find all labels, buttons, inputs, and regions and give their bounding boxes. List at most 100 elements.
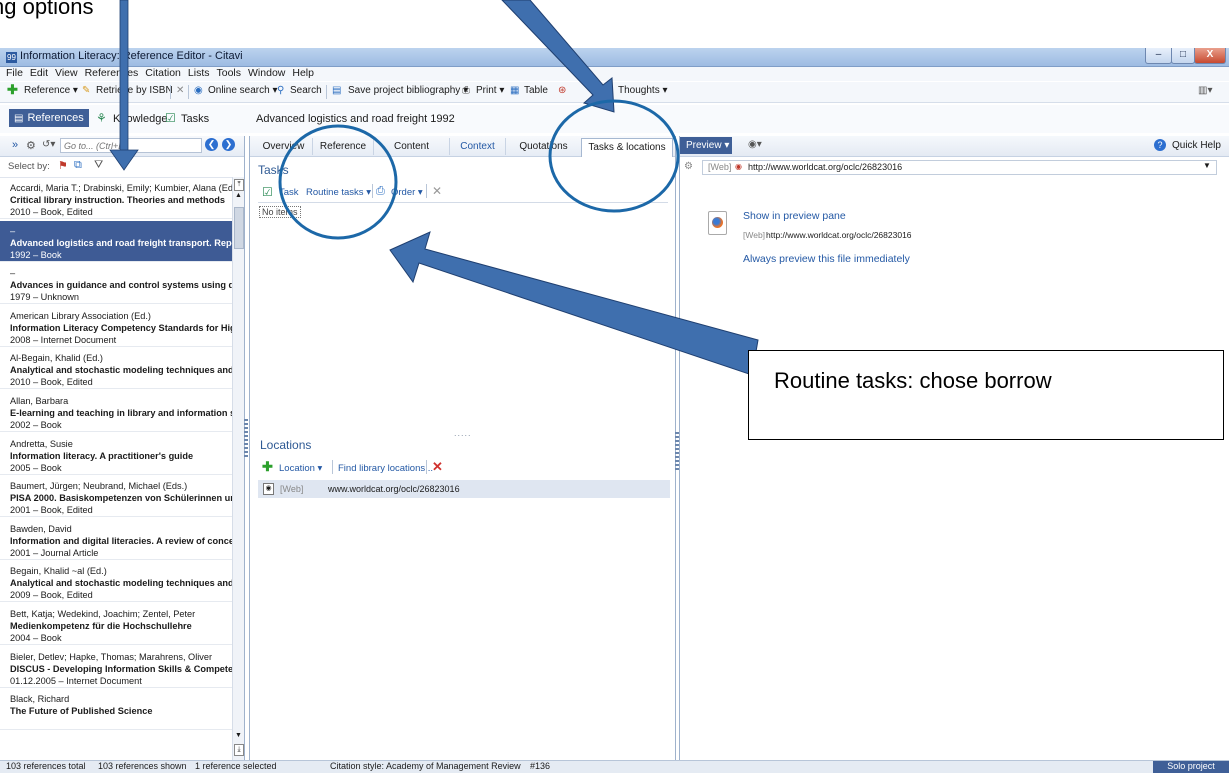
references-tab-button[interactable]: ▤ References — [9, 109, 89, 127]
globe-icon: ◉ — [194, 85, 203, 96]
expand-icon[interactable]: » — [12, 139, 18, 151]
search-button[interactable]: Search — [290, 85, 322, 96]
reference-list-scrollbar[interactable]: ⤒ ▲ ▼ ⤓ — [232, 177, 244, 760]
menu-window[interactable]: Window — [248, 67, 285, 79]
reference-authors: American Library Association (Ed.) — [10, 310, 151, 321]
reference-title: Analytical and stochastic modeling techn… — [10, 365, 232, 376]
selection-icon[interactable]: ⧉ — [74, 159, 82, 172]
tab-tasks-and-locations[interactable]: Tasks & locations — [581, 138, 673, 157]
reference-list-item[interactable]: – Advances in guidance and control system… — [0, 263, 232, 305]
reference-meta: 2009 – Book, Edited — [10, 590, 93, 601]
select-by-label: Select by: — [8, 161, 50, 172]
menu-citation[interactable]: Citation — [145, 67, 181, 79]
reference-list-item[interactable]: Allan, Barbara E-learning and teaching in… — [0, 391, 232, 432]
firefox-file-icon — [708, 211, 727, 235]
help-icon[interactable]: ? — [1154, 139, 1166, 151]
status-shown: 103 references shown — [98, 761, 187, 771]
previous-arrow-icon[interactable]: ❮ — [205, 138, 218, 151]
left-splitter-grip[interactable] — [244, 419, 248, 459]
tab-overview[interactable]: Overview — [256, 138, 311, 155]
toolbar-separator — [426, 460, 427, 474]
reference-title: Advanced logistics and road freight tran… — [10, 237, 232, 248]
scroll-top-icon[interactable]: ⤒ — [234, 179, 244, 191]
reference-list-item[interactable]: Black, Richard The Future of Published Sc… — [0, 689, 232, 731]
reference-list-item[interactable]: Baumert, Jürgen; Neubrand, Michael (Eds.… — [0, 476, 232, 518]
new-reference-button[interactable]: Reference ▾ — [24, 85, 78, 96]
web-document-icon: ◉ — [263, 483, 274, 495]
maximize-button[interactable]: □ — [1171, 48, 1195, 64]
menu-edit[interactable]: Edit — [30, 67, 48, 79]
reference-list-item[interactable]: Bieler, Detlev; Hapke, Thomas; Marahrens… — [0, 647, 232, 688]
menu-tools[interactable]: Tools — [217, 67, 242, 79]
retrieve-by-isbn-button[interactable]: Retrieve by ISBN — [96, 85, 173, 96]
delete-icon[interactable]: ✕ — [176, 85, 184, 96]
online-search-button[interactable]: Online search ▾ — [208, 85, 278, 96]
routine-tasks-button[interactable]: Routine tasks ▾ — [306, 187, 371, 198]
reference-list-item[interactable]: Accardi, Maria T.; Drabinski, Emily; Kum… — [0, 178, 232, 219]
history-icon[interactable]: ↺▾ — [42, 139, 55, 150]
location-row[interactable]: ◉ [Web] www.worldcat.org/oclc/26823016 — [258, 480, 670, 498]
menu-view[interactable]: View — [55, 67, 78, 79]
preview-menu-button[interactable]: Preview ▾ — [680, 137, 732, 154]
attachment-icon[interactable]: ◉▾ — [748, 139, 762, 150]
minimize-button[interactable]: – — [1145, 48, 1172, 64]
pane-splitter[interactable]: ..... — [454, 428, 472, 438]
goto-input[interactable] — [60, 138, 202, 153]
delete-location-icon[interactable]: ✕ — [432, 459, 443, 475]
always-preview-link[interactable]: Always preview this file immediately — [743, 253, 910, 265]
reference-list-item[interactable]: Begain, Khalid ~al (Ed.) Analytical and s… — [0, 561, 232, 603]
tab-context[interactable]: Context — [449, 138, 505, 155]
add-location-button[interactable]: Location ▾ — [279, 463, 322, 474]
menu-file[interactable]: File — [6, 67, 23, 79]
tasks-tab-button[interactable]: Tasks — [181, 113, 209, 125]
address-dropdown-icon[interactable]: ▼ — [1203, 161, 1211, 170]
show-in-preview-link[interactable]: Show in preview pane — [743, 210, 846, 222]
solo-project-badge[interactable]: Solo project — [1153, 761, 1229, 773]
menu-references[interactable]: References — [85, 67, 139, 79]
word-addin-icon[interactable]: ⊛ — [558, 85, 566, 96]
web-icon: ◉ — [735, 162, 742, 171]
scroll-up-icon[interactable]: ▲ — [235, 192, 242, 199]
add-task-button[interactable]: Task — [279, 187, 299, 198]
references-icon: ▤ — [14, 113, 24, 124]
quick-help-button[interactable]: Quick Help — [1172, 140, 1221, 151]
order-button[interactable]: Order ▾ — [391, 187, 423, 198]
reference-list-item[interactable]: – Advanced logistics and road freight tra… — [0, 220, 232, 262]
toolbar-separator — [188, 85, 189, 99]
reference-meta: 2001 – Journal Article — [10, 547, 99, 558]
scroll-down-icon[interactable]: ▼ — [235, 732, 242, 739]
tasks-section-title: Tasks — [258, 163, 289, 177]
reference-authors: Baumert, Jürgen; Neubrand, Michael (Eds.… — [10, 481, 188, 492]
right-splitter-grip[interactable] — [675, 432, 679, 472]
preview-address-bar[interactable]: [Web] ◉ http://www.worldcat.org/oclc/268… — [702, 160, 1217, 175]
menu-help[interactable]: Help — [292, 67, 314, 79]
scroll-thumb[interactable] — [234, 207, 244, 249]
reference-list-item[interactable]: Al-Begain, Khalid (Ed.) Analytical and st… — [0, 348, 232, 390]
reference-list-item[interactable]: Bett, Katja; Wedekind, Joachim; Zentel, … — [0, 604, 232, 645]
location-value: www.worldcat.org/oclc/26823016 — [328, 484, 460, 494]
layout-menu-icon[interactable]: ▥▾ — [1198, 85, 1212, 96]
close-button[interactable]: X — [1194, 48, 1226, 64]
tab-reference[interactable]: Reference — [312, 138, 373, 155]
reference-list-item[interactable]: American Library Association (Ed.) Inform… — [0, 306, 232, 347]
knowledge-icon: ⚘ — [96, 111, 107, 125]
table-icon: ▦ — [510, 85, 520, 96]
knowledge-tab-button[interactable]: Knowledge — [113, 113, 167, 125]
settings-icon[interactable]: ⚙ — [684, 161, 693, 172]
tab-quotations[interactable]: Quotations — [505, 138, 581, 155]
menu-lists[interactable]: Lists — [188, 67, 210, 79]
next-arrow-icon[interactable]: ❯ — [222, 138, 235, 151]
tab-content[interactable]: Content — [373, 138, 449, 155]
thoughts-button[interactable]: Thoughts ▾ — [618, 85, 668, 96]
delete-task-icon[interactable]: ✕ — [432, 184, 442, 198]
filter-icon[interactable]: ⛛ — [94, 159, 103, 172]
table-button[interactable]: Table — [524, 85, 548, 96]
gear-icon[interactable]: ⚙ — [26, 139, 36, 152]
scroll-bottom-icon[interactable]: ⤓ — [234, 744, 244, 756]
print-button[interactable]: Print ▾ — [476, 85, 504, 96]
find-library-locations-button[interactable]: Find library locations... — [338, 463, 433, 474]
select-by-icon[interactable]: ⚑ — [58, 159, 68, 172]
save-bibliography-button[interactable]: Save project bibliography ▾ — [348, 85, 468, 96]
reference-list-item[interactable]: Andretta, Susie Information literacy. A p… — [0, 434, 232, 475]
reference-list-item[interactable]: Bawden, David Information and digital lit… — [0, 519, 232, 560]
